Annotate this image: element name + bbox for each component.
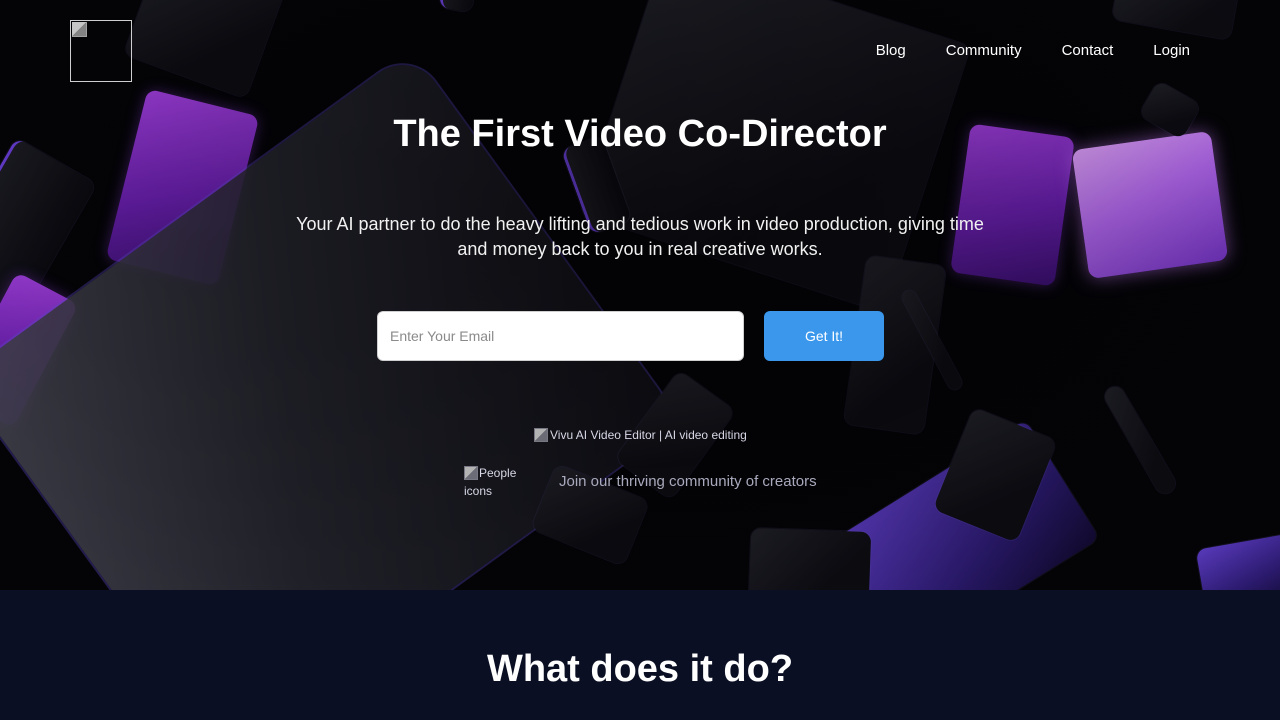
hero-title: The First Video Co-Director xyxy=(393,113,887,155)
features-section: What does it do? xyxy=(0,590,1280,720)
broken-image-icon xyxy=(464,466,478,480)
nav-link-contact[interactable]: Contact xyxy=(1062,41,1114,61)
broken-image-icon xyxy=(534,428,548,442)
product-image-alt-text: Vivu AI Video Editor | AI video editing xyxy=(550,428,747,442)
site-logo[interactable] xyxy=(70,20,132,82)
people-icons-image: People icons xyxy=(464,464,534,500)
hero-subtitle: Your AI partner to do the heavy lifting … xyxy=(296,214,984,259)
hero-section: Blog Community Contact Login The First V… xyxy=(0,0,1280,590)
nav-link-blog[interactable]: Blog xyxy=(876,41,906,61)
nav-link-login[interactable]: Login xyxy=(1153,41,1190,61)
top-navigation: Blog Community Contact Login xyxy=(0,0,1280,100)
nav-link-community[interactable]: Community xyxy=(946,41,1022,61)
email-input[interactable] xyxy=(377,311,744,361)
product-image: Vivu AI Video Editor | AI video editing xyxy=(534,426,747,444)
nav-links: Blog Community Contact Login xyxy=(876,41,1190,61)
community-text: Join our thriving community of creators xyxy=(559,473,817,490)
broken-image-icon xyxy=(72,22,87,37)
get-it-button[interactable]: Get It! xyxy=(764,311,884,361)
features-heading: What does it do? xyxy=(486,648,794,690)
